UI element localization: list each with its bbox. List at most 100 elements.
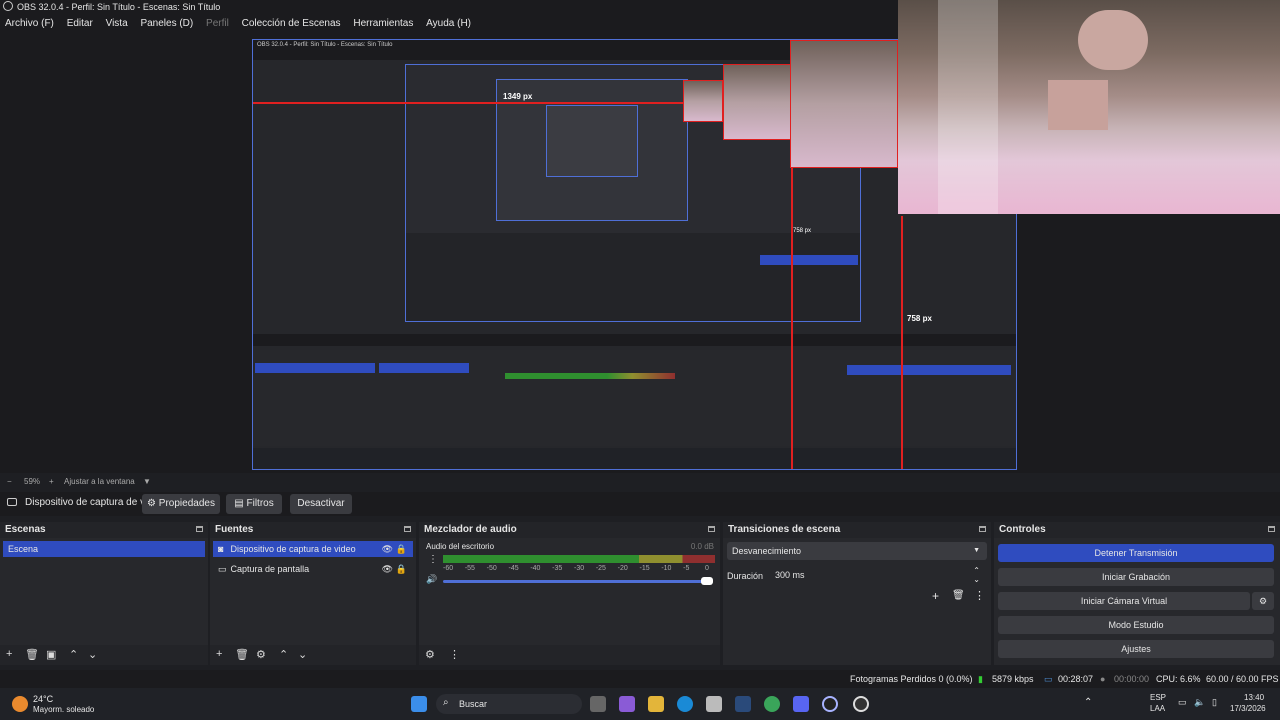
transition-select[interactable]: Desvanecimiento ▼ — [727, 542, 987, 560]
channel-level: 0.0 dB — [690, 542, 714, 551]
start-recording-button[interactable]: Iniciar Grabación — [998, 568, 1274, 586]
taskbar-search[interactable]: ⌕ Buscar — [436, 694, 582, 714]
edge-icon[interactable] — [677, 696, 693, 712]
studio-mode-button[interactable]: Modo Estudio — [998, 616, 1274, 634]
add-icon[interactable]: + — [932, 589, 939, 603]
gear-icon[interactable]: ⚙ — [425, 648, 435, 661]
battery-icon[interactable]: ▯ — [1212, 697, 1217, 708]
sources-footer: + 🗑 ⚙ ⌃ ⌄ — [210, 645, 416, 665]
chevron-down-icon[interactable]: ⌄ — [298, 648, 307, 661]
volume-slider-handle[interactable] — [701, 577, 713, 585]
volume-slider[interactable] — [443, 580, 711, 583]
menu-paneles[interactable]: Paneles (D) — [140, 18, 193, 29]
menu-coleccion-escenas[interactable]: Colección de Escenas — [242, 18, 341, 29]
monitor-icon: ▭ — [218, 564, 227, 574]
meter-tick-label: -25 — [595, 565, 606, 572]
undock-icon[interactable] — [404, 526, 411, 532]
filter-icon[interactable]: ▣ — [46, 648, 56, 661]
undock-icon[interactable] — [708, 526, 715, 532]
filters-button[interactable]: ▤ Filtros — [226, 494, 282, 514]
trash-icon[interactable]: 🗑 — [235, 648, 249, 661]
stop-stream-button[interactable]: Detener Transmisión — [998, 544, 1274, 562]
trash-icon[interactable]: 🗑 — [25, 648, 39, 661]
record-time: 00:00:00 — [1114, 674, 1150, 684]
menu-editar[interactable]: Editar — [67, 18, 93, 29]
scenes-footer: + 🗑 ▣ ⌃ ⌄ — [0, 645, 208, 665]
start-virtual-camera-button[interactable]: Iniciar Cámara Virtual — [998, 592, 1250, 610]
deactivate-button[interactable]: Desactivar — [290, 494, 352, 514]
source-item-screen-capture[interactable]: ▭ Captura de pantalla 👁 🔒 — [213, 561, 413, 577]
language-top[interactable]: ESP — [1150, 693, 1166, 702]
meter-tick-label: -5 — [683, 565, 690, 572]
mixer-footer: ⚙ ⋮ — [419, 645, 720, 665]
stepper-down-icon[interactable]: ⌄ — [973, 571, 980, 589]
chevron-down-icon: ▼ — [973, 547, 980, 554]
weather-icon[interactable] — [12, 696, 28, 712]
obs-logo-icon — [3, 1, 13, 11]
add-icon[interactable]: + — [6, 648, 12, 660]
file-explorer-icon[interactable] — [648, 696, 664, 712]
copilot-icon[interactable] — [619, 696, 635, 712]
properties-button[interactable]: ⚙ Propiedades — [142, 494, 220, 514]
duration-field[interactable]: 300 ms ⌃ ⌄ — [769, 566, 987, 584]
clock-time[interactable]: 13:40 — [1244, 693, 1264, 702]
gear-icon[interactable]: ⚙ — [256, 648, 266, 661]
duration-label: Duración — [727, 571, 764, 581]
menu-dots-icon[interactable]: ⋮ — [449, 648, 460, 661]
undock-icon[interactable] — [1268, 526, 1275, 532]
chevron-up-icon[interactable]: ⌃ — [279, 648, 288, 661]
add-icon[interactable]: + — [216, 648, 222, 660]
discord-icon[interactable] — [793, 696, 809, 712]
menu-archivo[interactable]: Archivo (F) — [5, 18, 54, 29]
chrome-icon[interactable] — [764, 696, 780, 712]
zoom-out-button[interactable]: − — [7, 475, 12, 489]
menu-herramientas[interactable]: Herramientas — [353, 18, 413, 29]
task-view-icon[interactable] — [590, 696, 606, 712]
lock-icon[interactable]: 🔒 — [396, 541, 407, 557]
dropped-frames: Fotogramas Perdidos 0 (0.0%) — [850, 674, 973, 684]
menu-perfil[interactable]: Perfil — [206, 18, 229, 29]
language-bottom[interactable]: LAA — [1150, 704, 1165, 713]
window-title: OBS 32.0.4 - Perfil: Sin Título - Escena… — [17, 2, 221, 12]
chevron-up-icon[interactable]: ⌃ — [69, 648, 78, 661]
webcam-video-capture[interactable] — [898, 0, 1280, 214]
scene-item[interactable]: Escena — [3, 541, 205, 557]
trash-icon[interactable]: 🗑 — [952, 590, 965, 601]
menu-ayuda[interactable]: Ayuda (H) — [426, 18, 471, 29]
windows-start-icon[interactable] — [411, 696, 427, 712]
app-icon[interactable] — [822, 696, 838, 712]
eye-icon[interactable]: 👁 — [382, 541, 393, 557]
filters-label: Filtros — [246, 498, 274, 509]
steam-icon[interactable] — [735, 696, 751, 712]
speaker-icon[interactable]: 🔊 — [426, 574, 437, 585]
status-bar: Fotogramas Perdidos 0 (0.0%) ▮ 5879 kbps… — [0, 670, 1280, 688]
record-icon: ● — [1100, 674, 1106, 684]
stream-time: 00:28:07 — [1058, 674, 1094, 684]
network-icon[interactable]: ▭ — [1178, 697, 1187, 708]
eye-icon[interactable]: 👁 — [382, 561, 393, 577]
obs-taskbar-icon[interactable] — [853, 696, 869, 712]
zoom-in-button[interactable]: + — [49, 475, 54, 489]
properties-label: Propiedades — [158, 498, 215, 509]
meter-tick-label: -10 — [661, 565, 672, 572]
undock-icon[interactable] — [979, 526, 986, 532]
volume-icon[interactable]: 🔈 — [1194, 697, 1205, 708]
inner-measure-label: 758 px — [793, 228, 812, 234]
source-item-video-capture[interactable]: ◙ Dispositivo de captura de video 👁 🔒 — [213, 541, 413, 557]
chevron-down-icon[interactable]: ⌄ — [88, 648, 97, 661]
virtual-camera-settings-gear-icon[interactable]: ⚙ — [1252, 592, 1274, 610]
scenes-header: Escenas — [0, 522, 208, 538]
menu-dots-icon[interactable]: ⋮ — [974, 589, 985, 602]
zoom-dropdown-icon[interactable]: ▼ — [143, 475, 151, 489]
camera-icon — [7, 498, 17, 506]
channel-menu-icon[interactable]: ⋮ — [428, 554, 438, 565]
scenes-title: Escenas — [5, 524, 46, 535]
undock-icon[interactable] — [196, 526, 203, 532]
store-icon[interactable] — [706, 696, 722, 712]
menu-vista[interactable]: Vista — [106, 18, 128, 29]
zoom-value: 59% — [24, 477, 41, 486]
lock-icon[interactable]: 🔒 — [396, 561, 407, 577]
settings-button[interactable]: Ajustes — [998, 640, 1274, 658]
tray-chevron-up-icon[interactable]: ⌃ — [1084, 697, 1092, 708]
clock-date[interactable]: 17/3/2026 — [1230, 704, 1266, 713]
